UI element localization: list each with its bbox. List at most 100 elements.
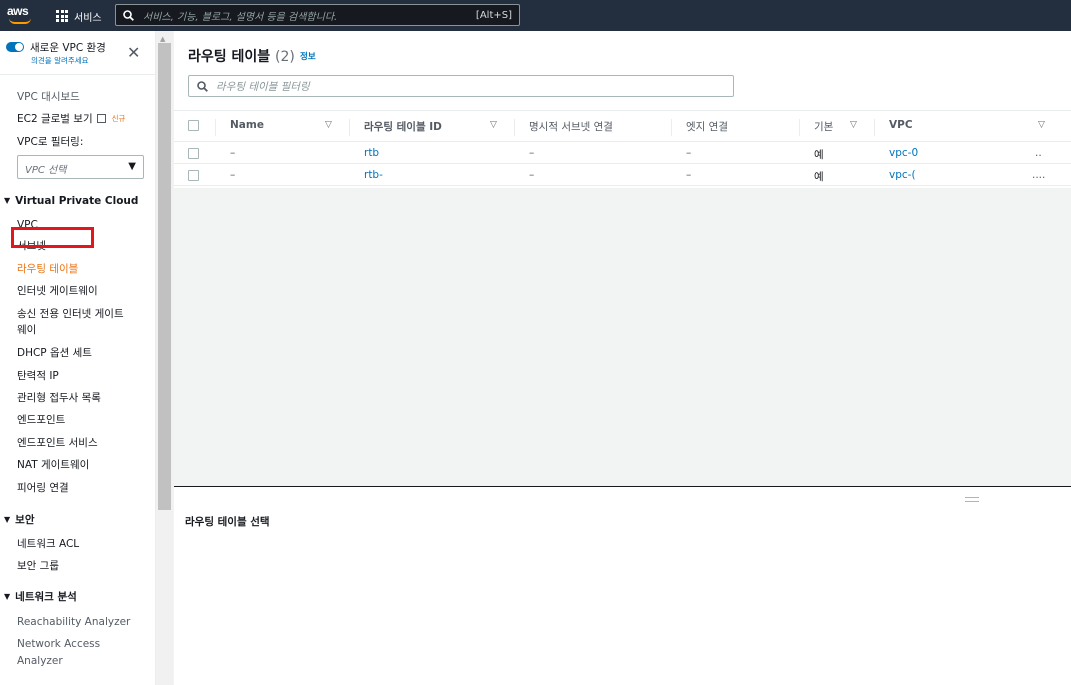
sidebar-item-egress-only-igw-cont[interactable]: 웨이 <box>17 323 36 337</box>
sidebar-item-vpc-dashboard[interactable]: VPC 대시보드 <box>17 90 80 104</box>
column-separator <box>349 119 350 136</box>
redacted-mask <box>916 168 1032 181</box>
aws-logo-text: aws <box>7 4 29 18</box>
section-network-analysis[interactable]: ▼ 네트워크 분석 <box>4 590 77 604</box>
detail-panel-title: 라우팅 테이블 선택 <box>185 516 270 528</box>
cell-vpc-truncated: .... <box>1032 169 1046 181</box>
column-separator <box>215 119 216 136</box>
sidebar: 새로운 VPC 환경 의견을 알려주세요 ✕ VPC 대시보드 EC2 글로벌 … <box>0 31 156 685</box>
new-vpc-label: 새로운 VPC 환경 <box>30 42 106 54</box>
row-checkbox[interactable] <box>188 170 199 181</box>
route-table-count: (2) <box>275 49 295 65</box>
cell-explicit-subnet: – <box>529 147 535 159</box>
sidebar-item-security-groups[interactable]: 보안 그룹 <box>17 559 59 573</box>
section-title: 보안 <box>15 514 35 526</box>
sort-icon[interactable]: ▽ <box>850 120 857 130</box>
column-header-edge-association[interactable]: 엣지 연결 <box>686 119 728 134</box>
main-content: 라우팅 테이블 (2) 정보 라우팅 테이블 필터링 Name ▽ 라우팅 테이… <box>174 31 1071 685</box>
sidebar-scrollbar[interactable]: ▲ <box>156 31 173 685</box>
page-title-text: 라우팅 테이블 <box>188 49 271 65</box>
row-checkbox[interactable] <box>188 148 199 159</box>
services-label: 서비스 <box>74 12 102 24</box>
info-link[interactable]: 정보 <box>300 50 316 62</box>
column-header-name[interactable]: Name <box>230 119 264 131</box>
column-separator <box>671 119 672 136</box>
column-header-vpc[interactable]: VPC <box>889 119 913 131</box>
search-placeholder: 서비스, 기능, 블로그, 설명서 등을 검색합니다. <box>143 11 338 23</box>
new-badge: 신규 <box>111 114 126 123</box>
top-navigation-bar: aws 서비스 서비스, 기능, 블로그, 설명서 등을 검색합니다. [Alt… <box>0 0 1071 31</box>
section-virtual-private-cloud[interactable]: ▼ Virtual Private Cloud <box>4 194 138 208</box>
select-all-checkbox[interactable] <box>188 120 199 131</box>
sidebar-item-network-access-analyzer-cont[interactable]: Analyzer <box>17 654 63 668</box>
new-vpc-toggle[interactable] <box>6 42 24 52</box>
collapse-triangle-icon: ▼ <box>4 592 11 601</box>
annotation-highlight-box <box>11 227 94 248</box>
sidebar-item-endpoints[interactable]: 엔드포인트 <box>17 413 65 427</box>
scrollbar-thumb[interactable] <box>158 43 171 510</box>
sidebar-item-prefix-lists[interactable]: 관리형 접두사 목록 <box>17 391 101 405</box>
collapse-triangle-icon: ▼ <box>4 515 11 524</box>
aws-smile-icon <box>9 18 31 24</box>
sidebar-item-dhcp-options[interactable]: DHCP 옵션 세트 <box>17 346 92 360</box>
grid-icon <box>56 10 68 22</box>
cell-main: 예 <box>814 171 824 183</box>
table-row[interactable]: – rtb- – – 예 vpc-( .... <box>174 164 1071 186</box>
cell-edge-association: – <box>686 169 692 181</box>
cell-main: 예 <box>814 149 824 161</box>
close-sidebar-icon[interactable]: ✕ <box>127 45 140 61</box>
cell-route-table-id-link[interactable]: rtb <box>364 147 379 159</box>
table-header: Name ▽ 라우팅 테이블 ID ▽ 명시적 서브넷 연결 엣지 연결 기본 … <box>174 110 1071 142</box>
table-row[interactable]: – rtb – – 예 vpc-0 .. <box>174 142 1071 164</box>
sidebar-item-network-acl[interactable]: 네트워크 ACL <box>17 537 79 551</box>
sort-icon[interactable]: ▽ <box>325 120 332 130</box>
collapse-triangle-icon: ▼ <box>4 196 11 205</box>
column-separator <box>514 119 515 136</box>
column-header-route-table-id[interactable]: 라우팅 테이블 ID <box>364 119 442 134</box>
sidebar-item-endpoint-services[interactable]: 엔드포인트 서비스 <box>17 436 98 450</box>
page-title: 라우팅 테이블 (2) <box>188 46 295 66</box>
sidebar-item-internet-gateways[interactable]: 인터넷 게이트웨이 <box>17 284 98 298</box>
services-menu-button[interactable]: 서비스 <box>56 7 102 25</box>
drag-handle-icon[interactable] <box>965 497 979 502</box>
cell-vpc-link[interactable]: vpc-0 <box>889 147 918 159</box>
sidebar-item-network-access-analyzer[interactable]: Network Access <box>17 637 100 651</box>
section-title: 네트워크 분석 <box>15 591 77 603</box>
scroll-up-arrow-icon[interactable]: ▲ <box>160 35 165 43</box>
cell-vpc-truncated: .. <box>1035 147 1042 159</box>
sidebar-item-nat-gateways[interactable]: NAT 게이트웨이 <box>17 458 89 472</box>
redacted-mask <box>389 168 484 181</box>
sort-icon[interactable]: ▽ <box>1038 120 1045 130</box>
split-panel-divider <box>174 486 1071 487</box>
aws-logo[interactable]: aws <box>7 4 33 26</box>
sort-icon[interactable]: ▽ <box>490 120 497 130</box>
sidebar-item-egress-only-igw[interactable]: 송신 전용 인터넷 게이트 <box>17 307 124 321</box>
sidebar-divider <box>0 74 156 75</box>
section-security[interactable]: ▼ 보안 <box>4 513 34 527</box>
vpc-filter-select[interactable]: VPC 선택 ▼ <box>17 155 144 179</box>
feedback-link[interactable]: 의견을 알려주세요 <box>31 55 89 66</box>
sidebar-item-ec2-global-view[interactable]: EC2 글로벌 보기 신규 <box>17 112 125 126</box>
sidebar-item-elastic-ip[interactable]: 탄력적 IP <box>17 369 59 383</box>
sidebar-item-reachability-analyzer[interactable]: Reachability Analyzer <box>17 615 130 629</box>
cell-vpc-link[interactable]: vpc-( <box>889 169 916 181</box>
cell-name: – <box>230 169 236 181</box>
cell-name: – <box>230 147 236 159</box>
route-table-filter-input[interactable]: 라우팅 테이블 필터링 <box>188 75 734 97</box>
sidebar-item-route-tables[interactable]: 라우팅 테이블 <box>17 262 78 276</box>
caret-down-icon: ▼ <box>128 161 136 172</box>
global-search-input[interactable]: 서비스, 기능, 블로그, 설명서 등을 검색합니다. [Alt+S] <box>115 4 520 26</box>
search-shortcut: [Alt+S] <box>475 9 512 21</box>
column-separator <box>799 119 800 136</box>
column-header-main[interactable]: 기본 <box>814 119 833 134</box>
cell-explicit-subnet: – <box>529 169 535 181</box>
cell-edge-association: – <box>686 147 692 159</box>
search-icon <box>197 80 208 92</box>
cell-route-table-id-link[interactable]: rtb- <box>364 169 383 181</box>
table-empty-area <box>174 188 1071 486</box>
column-separator <box>874 119 875 136</box>
column-header-explicit-subnet[interactable]: 명시적 서브넷 연결 <box>529 119 613 134</box>
ec2-global-view-label: EC2 글로벌 보기 <box>17 113 93 125</box>
section-title: Virtual Private Cloud <box>15 195 139 207</box>
sidebar-item-peering[interactable]: 피어링 연결 <box>17 481 69 495</box>
